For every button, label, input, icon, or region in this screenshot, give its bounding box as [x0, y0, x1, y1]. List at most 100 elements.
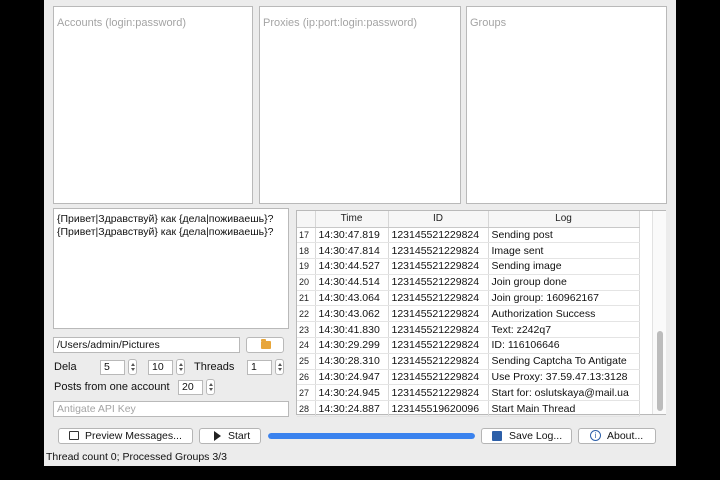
threads-label: Threads — [194, 361, 235, 373]
log-row-message: Join group done — [488, 274, 640, 291]
floppy-disk-icon — [492, 431, 502, 441]
dela-from-field[interactable]: 5 — [100, 360, 125, 375]
log-row-message: Sending Captcha To Antigate — [488, 353, 640, 370]
log-row-id: 123145521229824 — [388, 290, 489, 307]
log-row-time: 14:30:44.527 — [315, 258, 389, 275]
log-row-id: 123145521229824 — [388, 337, 489, 354]
log-row-index: 27 — [297, 384, 316, 402]
dela-label: Dela — [54, 361, 77, 373]
proxies-textarea[interactable]: Proxies (ip:port:login:password) — [259, 6, 461, 204]
table-row[interactable]: 27 14:30:24.945 123145521229824 Start for: … — [297, 384, 640, 402]
log-row-message: Use Proxy: 37.59.47.13:3128 — [488, 369, 640, 386]
table-row[interactable]: 24 14:30:29.299 123145521229824 ID: 1161066… — [297, 337, 640, 354]
log-header-row: Time ID Log — [297, 211, 640, 228]
log-row-message: ID: 116106646 — [488, 337, 640, 354]
groups-placeholder: Groups — [470, 17, 507, 29]
log-row-index: 22 — [297, 305, 316, 323]
log-row-index: 23 — [297, 321, 316, 339]
progress-bar — [268, 433, 475, 439]
log-row-message: Start Main Thread — [488, 400, 640, 418]
log-row-message: Sending image — [488, 258, 640, 275]
log-header-index[interactable] — [297, 211, 316, 228]
log-row-index: 18 — [297, 242, 316, 260]
log-row-index: 20 — [297, 274, 316, 291]
log-scrollbar[interactable] — [652, 211, 666, 414]
log-row-index: 21 — [297, 290, 316, 307]
accounts-textarea[interactable]: Accounts (login:password) — [53, 6, 253, 204]
log-row-id: 123145521229824 — [388, 353, 489, 370]
log-table-panel: Time ID Log 17 14:30:47.819 12314552122982… — [296, 210, 666, 418]
about-button[interactable]: i About... — [578, 428, 656, 444]
log-row-id: 123145521229824 — [388, 242, 489, 260]
start-button[interactable]: Start — [199, 428, 261, 444]
log-row-time: 14:30:24.887 — [315, 400, 389, 418]
log-row-index: 28 — [297, 400, 316, 418]
log-row-id: 123145521229824 — [388, 321, 489, 339]
table-row[interactable]: 18 14:30:47.814 123145521229824 Image sent — [297, 242, 640, 260]
log-row-id: 123145521229824 — [388, 369, 489, 386]
table-row[interactable]: 20 14:30:44.514 123145521229824 Join group … — [297, 274, 640, 291]
status-bar-text: Thread count 0; Processed Groups 3/3 — [46, 451, 227, 463]
log-header-time[interactable]: Time — [315, 211, 389, 228]
log-row-time: 14:30:28.310 — [315, 353, 389, 370]
proxies-placeholder: Proxies (ip:port:login:password) — [263, 17, 418, 29]
log-row-message: Start for: oslutskaya@mail.ua — [488, 384, 640, 402]
log-row-message: Join group: 160962167 — [488, 290, 640, 307]
posts-per-account-field[interactable]: 20 — [178, 380, 203, 395]
log-row-message: Text: z242q7 — [488, 321, 640, 339]
posts-per-account-label: Posts from one account — [54, 381, 170, 393]
groups-textarea[interactable]: Groups — [466, 6, 667, 204]
threads-stepper[interactable] — [275, 359, 284, 375]
log-table: Time ID Log 17 14:30:47.819 12314552122982… — [297, 211, 640, 418]
table-row[interactable]: 21 14:30:43.064 123145521229824 Join group:… — [297, 290, 640, 307]
table-row[interactable]: 23 14:30:41.830 123145521229824 Text: z242q… — [297, 321, 640, 339]
log-header-log[interactable]: Log — [488, 211, 640, 228]
table-row[interactable]: 22 14:30:43.062 123145521229824 Authorizati… — [297, 305, 640, 323]
log-row-message: Authorization Success — [488, 305, 640, 323]
preview-icon — [69, 431, 79, 440]
table-row[interactable]: 17 14:30:47.819 123145521229824 Sending pos… — [297, 227, 640, 244]
log-scrollbar-thumb[interactable] — [657, 331, 663, 411]
messages-textarea[interactable]: {Привет|Здравствуй} как {дела|поживаешь}… — [53, 208, 289, 329]
log-row-time: 14:30:47.819 — [315, 227, 389, 244]
log-row-time: 14:30:24.945 — [315, 384, 389, 402]
log-row-message: Image sent — [488, 242, 640, 260]
log-row-id: 123145521229824 — [388, 274, 489, 291]
accounts-placeholder: Accounts (login:password) — [57, 17, 187, 29]
log-row-message: Sending post — [488, 227, 640, 244]
progress-bar-fill — [268, 433, 475, 439]
info-icon: i — [590, 430, 601, 441]
posts-per-account-stepper[interactable] — [206, 379, 215, 395]
log-row-index: 24 — [297, 337, 316, 354]
play-icon — [214, 431, 221, 441]
browse-folder-button[interactable] — [246, 337, 284, 353]
log-row-time: 14:30:41.830 — [315, 321, 389, 339]
log-row-index: 17 — [297, 227, 316, 244]
table-row[interactable]: 19 14:30:44.527 123145521229824 Sending ima… — [297, 258, 640, 275]
preview-messages-button[interactable]: Preview Messages... — [58, 428, 193, 444]
log-row-id: 123145521229824 — [388, 258, 489, 275]
log-row-index: 26 — [297, 369, 316, 386]
log-row-time: 14:30:44.514 — [315, 274, 389, 291]
log-row-id: 123145521229824 — [388, 384, 489, 402]
save-log-button[interactable]: Save Log... — [481, 428, 572, 444]
dela-from-stepper[interactable] — [128, 359, 137, 375]
table-row[interactable]: 26 14:30:24.947 123145521229824 Use Proxy: … — [297, 369, 640, 386]
message-line-1: {Привет|Здравствуй} как {дела|поживаешь}… — [57, 213, 274, 225]
log-row-id: 123145521229824 — [388, 227, 489, 244]
log-row-time: 14:30:43.064 — [315, 290, 389, 307]
dela-to-field[interactable]: 10 — [148, 360, 173, 375]
dela-to-stepper[interactable] — [176, 359, 185, 375]
table-row[interactable]: 28 14:30:24.887 123145519620096 Start Main … — [297, 400, 640, 418]
folder-icon — [261, 339, 271, 349]
table-row[interactable]: 25 14:30:28.310 123145521229824 Sending Cap… — [297, 353, 640, 370]
antigate-api-key-input[interactable]: Antigate API Key — [53, 401, 289, 417]
log-row-time: 14:30:43.062 — [315, 305, 389, 323]
log-row-time: 14:30:24.947 — [315, 369, 389, 386]
log-row-id: 123145519620096 — [388, 400, 489, 418]
log-row-index: 19 — [297, 258, 316, 275]
message-line-2: {Привет|Здравствуй} как {дела|поживаешь}… — [57, 226, 274, 238]
pictures-path-input[interactable]: /Users/admin/Pictures — [53, 337, 240, 353]
threads-field[interactable]: 1 — [247, 360, 272, 375]
log-header-id[interactable]: ID — [388, 211, 489, 228]
